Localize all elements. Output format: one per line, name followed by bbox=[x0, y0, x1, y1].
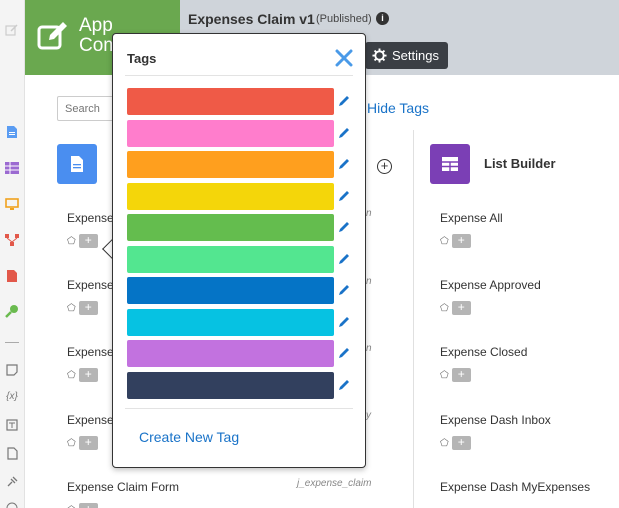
tag-icon: ⬠ bbox=[440, 437, 449, 449]
list-item[interactable]: Expense bbox=[67, 211, 114, 225]
list-item[interactable]: Expense bbox=[67, 345, 114, 359]
pencil-icon[interactable] bbox=[337, 126, 351, 140]
tag-row: ⬠+ bbox=[440, 436, 471, 450]
tag-icon: ⬠ bbox=[67, 437, 76, 449]
system-name: y bbox=[366, 410, 371, 421]
system-name: j_expense_claim bbox=[297, 478, 372, 489]
tag-swatch[interactable] bbox=[127, 151, 334, 178]
tag-swatch[interactable] bbox=[127, 340, 334, 367]
tag-row: ⬠+ bbox=[440, 368, 471, 382]
edit-icon bbox=[37, 22, 67, 50]
pencil-icon[interactable] bbox=[337, 315, 351, 329]
tag-swatch[interactable] bbox=[127, 88, 334, 115]
pencil-icon[interactable] bbox=[337, 157, 351, 171]
tag-swatch[interactable] bbox=[127, 245, 334, 273]
left-rail: {x} bbox=[0, 0, 25, 508]
system-name: n bbox=[366, 343, 372, 354]
plug-icon[interactable] bbox=[4, 474, 20, 490]
list-item[interactable]: Expense Dash Inbox bbox=[440, 413, 551, 427]
add-tag-button[interactable]: + bbox=[78, 234, 98, 248]
add-tag-button[interactable]: + bbox=[78, 436, 98, 450]
popover-divider bbox=[125, 408, 353, 409]
gear-icon bbox=[372, 48, 387, 63]
document-tile[interactable] bbox=[57, 144, 97, 184]
tag-swatch[interactable] bbox=[127, 371, 334, 399]
list-item[interactable]: Expense Dash MyExpenses bbox=[440, 480, 590, 494]
search-input[interactable] bbox=[57, 96, 117, 121]
globe-icon[interactable] bbox=[4, 500, 20, 508]
status-badge: (Published) bbox=[316, 13, 372, 25]
tag-icon: ⬠ bbox=[440, 235, 449, 247]
file-icon[interactable] bbox=[4, 445, 20, 461]
add-tag-button[interactable]: + bbox=[451, 234, 471, 248]
tag-row: ⬠+ bbox=[440, 301, 471, 315]
pencil-icon[interactable] bbox=[337, 378, 351, 392]
close-icon[interactable] bbox=[335, 49, 353, 67]
edit-icon[interactable] bbox=[4, 22, 20, 38]
page-title: Expenses Claim v1 bbox=[188, 11, 315, 27]
rail-divider bbox=[5, 342, 19, 343]
note-icon[interactable] bbox=[4, 362, 20, 378]
column-divider bbox=[413, 130, 414, 508]
tags-popover: Tags Create New Tag bbox=[112, 33, 366, 468]
tag-row: ⬠+ bbox=[67, 368, 98, 382]
add-list-button[interactable]: + bbox=[377, 159, 392, 174]
translate-icon[interactable] bbox=[4, 417, 20, 433]
tag-swatch[interactable] bbox=[127, 119, 334, 147]
pencil-icon[interactable] bbox=[337, 283, 351, 297]
create-new-tag-link[interactable]: Create New Tag bbox=[139, 429, 239, 445]
add-tag-button[interactable]: + bbox=[451, 368, 471, 382]
tag-row: ⬠+ bbox=[67, 301, 98, 315]
table-icon[interactable] bbox=[4, 160, 20, 176]
settings-button[interactable]: Settings bbox=[365, 42, 448, 69]
list-item[interactable]: Expense Approved bbox=[440, 278, 541, 292]
tag-row: ⬠+ bbox=[440, 234, 471, 248]
tag-icon: ⬠ bbox=[67, 235, 76, 247]
table-icon bbox=[442, 157, 458, 171]
list-item[interactable]: Expense bbox=[67, 278, 114, 292]
pdf-icon[interactable] bbox=[4, 268, 20, 284]
add-tag-button[interactable]: + bbox=[451, 301, 471, 315]
pencil-icon[interactable] bbox=[337, 252, 351, 266]
pencil-icon[interactable] bbox=[337, 94, 351, 108]
workflow-icon[interactable] bbox=[4, 232, 20, 248]
tag-swatch[interactable] bbox=[127, 308, 334, 336]
list-item[interactable]: Expense bbox=[67, 413, 114, 427]
tag-row: ⬠+ bbox=[67, 234, 98, 248]
tag-swatch[interactable] bbox=[127, 182, 334, 210]
pencil-icon[interactable] bbox=[337, 220, 351, 234]
add-tag-button[interactable]: + bbox=[78, 503, 98, 508]
popover-divider bbox=[125, 75, 353, 76]
add-tag-button[interactable]: + bbox=[78, 368, 98, 382]
tag-icon: ⬠ bbox=[67, 505, 76, 508]
add-tag-button[interactable]: + bbox=[451, 436, 471, 450]
list-item[interactable]: Expense All bbox=[440, 211, 503, 225]
tag-icon: ⬠ bbox=[67, 302, 76, 314]
document-icon bbox=[71, 156, 83, 172]
system-name: n bbox=[366, 276, 372, 287]
monitor-icon[interactable] bbox=[4, 196, 20, 212]
variable-icon[interactable]: {x} bbox=[4, 388, 20, 404]
tag-row: ⬠+ bbox=[67, 503, 98, 508]
hide-tags-link[interactable]: Hide Tags bbox=[367, 100, 429, 116]
tag-icon: ⬠ bbox=[67, 369, 76, 381]
settings-label: Settings bbox=[392, 48, 439, 63]
popover-title: Tags bbox=[127, 51, 157, 66]
add-tag-button[interactable]: + bbox=[78, 301, 98, 315]
tag-icon: ⬠ bbox=[440, 369, 449, 381]
key-icon[interactable] bbox=[4, 303, 20, 319]
tag-swatch[interactable] bbox=[127, 214, 334, 241]
system-name: n bbox=[366, 208, 372, 219]
tag-row: ⬠+ bbox=[67, 436, 98, 450]
pencil-icon[interactable] bbox=[337, 189, 351, 203]
list-builder-title: List Builder bbox=[484, 156, 556, 171]
list-item[interactable]: Expense Claim Form bbox=[67, 480, 179, 494]
info-icon[interactable]: i bbox=[376, 12, 389, 25]
tag-icon: ⬠ bbox=[440, 302, 449, 314]
list-builder-tile[interactable] bbox=[430, 144, 470, 184]
tag-swatch[interactable] bbox=[127, 277, 334, 304]
pencil-icon[interactable] bbox=[337, 346, 351, 360]
document-icon[interactable] bbox=[4, 124, 20, 140]
list-item[interactable]: Expense Closed bbox=[440, 345, 527, 359]
